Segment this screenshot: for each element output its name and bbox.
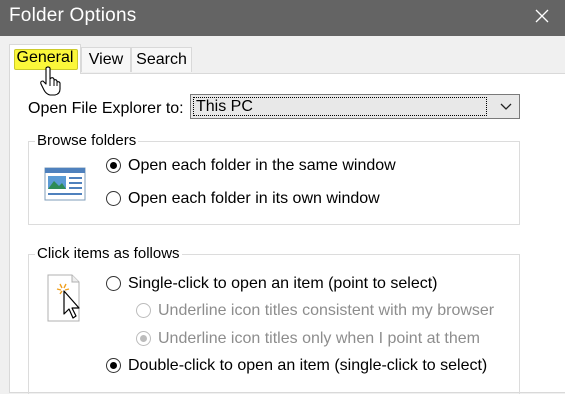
- title-bar: Folder Options: [0, 0, 565, 36]
- radio-same-window-control[interactable]: [106, 158, 121, 173]
- radio-own-window-label: Open each folder in its own window: [128, 190, 380, 207]
- radio-double-click-control[interactable]: [106, 358, 121, 373]
- radio-single-click-control[interactable]: [106, 276, 121, 291]
- tab-view-label: View: [88, 51, 124, 68]
- window-title: Folder Options: [9, 5, 137, 26]
- chevron-down-icon[interactable]: [493, 95, 519, 118]
- open-explorer-label: Open File Explorer to:: [28, 100, 184, 117]
- tab-search[interactable]: Search: [131, 47, 192, 72]
- radio-same-window-label: Open each folder in the same window: [128, 157, 396, 174]
- open-explorer-value: This PC: [193, 97, 487, 116]
- radio-underline-point-control[interactable]: [136, 331, 151, 346]
- radio-underline-point-label: Underline icon titles only when I point …: [158, 330, 480, 347]
- close-icon: [534, 8, 550, 29]
- browse-folders-group: Browse folders: [28, 132, 520, 225]
- hand-pointer-icon: [40, 66, 62, 101]
- browse-folders-legend: Browse folders: [35, 132, 139, 149]
- close-button[interactable]: [519, 0, 565, 36]
- tab-search-label: Search: [136, 51, 187, 68]
- tab-general-label: General: [16, 49, 74, 66]
- click-cursor-icon: [46, 274, 88, 329]
- radio-underline-browser-label: Underline icon titles consistent with my…: [158, 302, 495, 319]
- radio-double-click-label: Double-click to open an item (single-cli…: [128, 357, 488, 374]
- radio-underline-browser-control[interactable]: [136, 303, 151, 318]
- tab-view[interactable]: View: [81, 47, 131, 72]
- radio-single-click-label: Single-click to open an item (point to s…: [128, 275, 438, 292]
- folder-window-icon: [44, 167, 86, 206]
- click-items-legend: Click items as follows: [35, 245, 182, 262]
- radio-own-window-control[interactable]: [106, 191, 121, 206]
- open-explorer-select[interactable]: This PC: [190, 94, 520, 119]
- tab-strip: General View Search: [0, 36, 565, 74]
